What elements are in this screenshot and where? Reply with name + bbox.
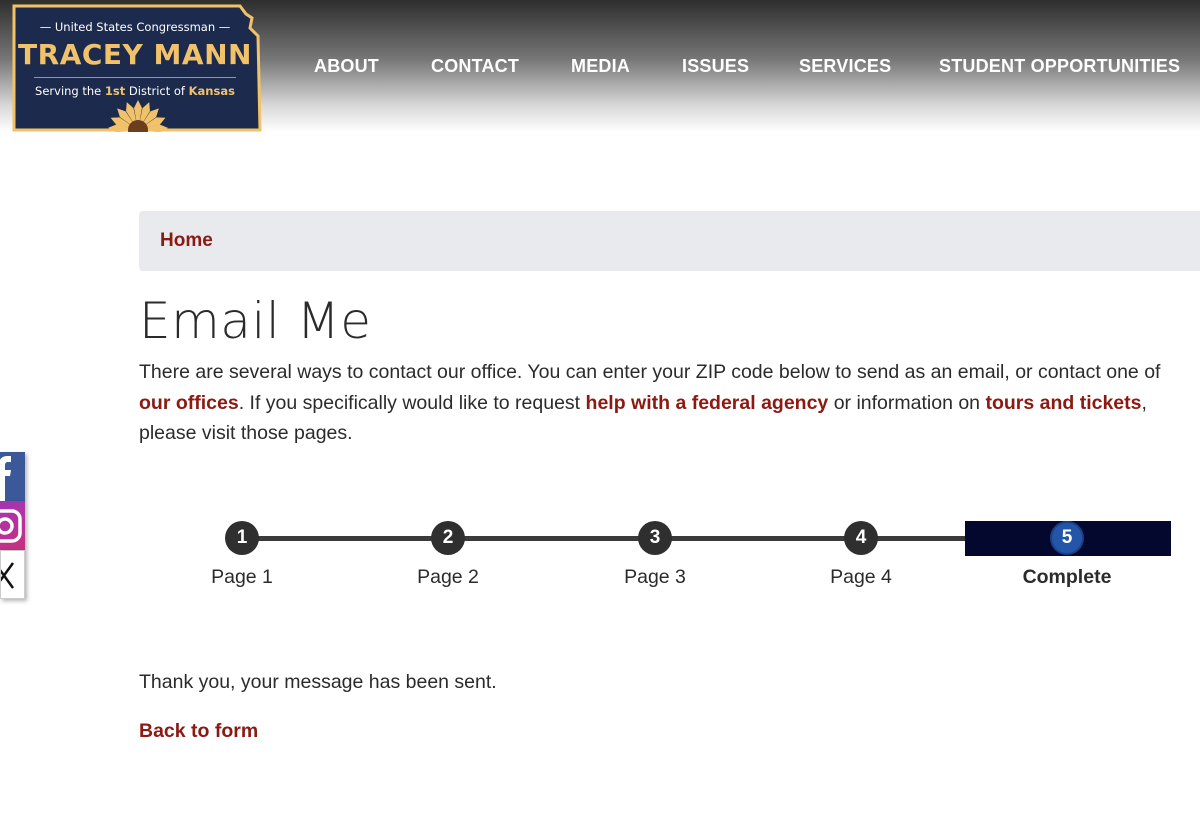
social-sidebar: [0, 452, 25, 599]
facebook-button[interactable]: [0, 452, 25, 501]
facebook-icon: [0, 456, 11, 501]
confirmation-message: Thank you, your message has been sent.: [139, 671, 497, 693]
nav-item-media[interactable]: MEDIA: [571, 56, 630, 77]
logo-district-state: Kansas: [188, 84, 235, 98]
step-4-circle: 4: [844, 521, 878, 555]
step-2-circle: 2: [431, 521, 465, 555]
step-3-circle: 3: [638, 521, 672, 555]
logo-district-prefix: Serving the: [35, 84, 105, 98]
form-progress: 1 Page 1 2 Page 2 3 Page 3 4 Page 4 5 Co…: [139, 515, 1174, 605]
step-5-label: Complete: [1022, 566, 1112, 588]
instagram-icon: [0, 509, 22, 543]
logo-title-line: — United States Congressman —: [39, 20, 231, 34]
intro-text-1: There are several ways to contact our of…: [139, 361, 1161, 383]
page-title: Email Me: [139, 292, 372, 350]
x-button[interactable]: [0, 550, 25, 599]
logo-congressman-name: TRACEY MANN: [18, 38, 252, 71]
federal-agency-help-link[interactable]: help with a federal agency: [586, 392, 829, 414]
site-logo[interactable]: — United States Congressman — TRACEY MAN…: [12, 4, 264, 132]
step-2-label: Page 2: [417, 566, 479, 588]
breadcrumb-home-link[interactable]: Home: [160, 230, 213, 252]
logo-divider: [34, 77, 236, 78]
logo-district-line: Serving the 1st District of Kansas: [22, 84, 248, 98]
intro-text-2: . If you specifically would like to requ…: [238, 391, 586, 414]
back-to-form-link[interactable]: Back to form: [139, 720, 258, 743]
step-5-circle: 5: [1050, 521, 1084, 555]
nav-item-issues[interactable]: ISSUES: [682, 56, 749, 77]
intro-paragraph: There are several ways to contact our of…: [139, 357, 1179, 449]
step-1-label: Page 1: [211, 566, 273, 588]
nav-item-student-opportunities[interactable]: STUDENT OPPORTUNITIES: [939, 56, 1180, 77]
nav-item-about[interactable]: ABOUT: [314, 56, 379, 77]
our-offices-link[interactable]: our offices: [139, 392, 239, 414]
step-1-circle: 1: [225, 521, 259, 555]
logo-district-middle: District of: [125, 84, 189, 98]
nav-item-services[interactable]: SERVICES: [799, 56, 891, 77]
tours-and-tickets-link[interactable]: tours and tickets: [985, 392, 1141, 414]
nav-item-contact[interactable]: CONTACT: [431, 56, 519, 77]
intro-text-3: or information on: [828, 391, 986, 414]
step-3-label: Page 3: [624, 566, 686, 588]
logo-district-number: 1st: [104, 84, 126, 98]
instagram-button[interactable]: [0, 501, 25, 550]
breadcrumb: Home: [139, 211, 1200, 271]
site-header: — United States Congressman — TRACEY MAN…: [0, 0, 1200, 132]
step-4-label: Page 4: [830, 566, 892, 588]
x-icon: [1, 562, 15, 589]
